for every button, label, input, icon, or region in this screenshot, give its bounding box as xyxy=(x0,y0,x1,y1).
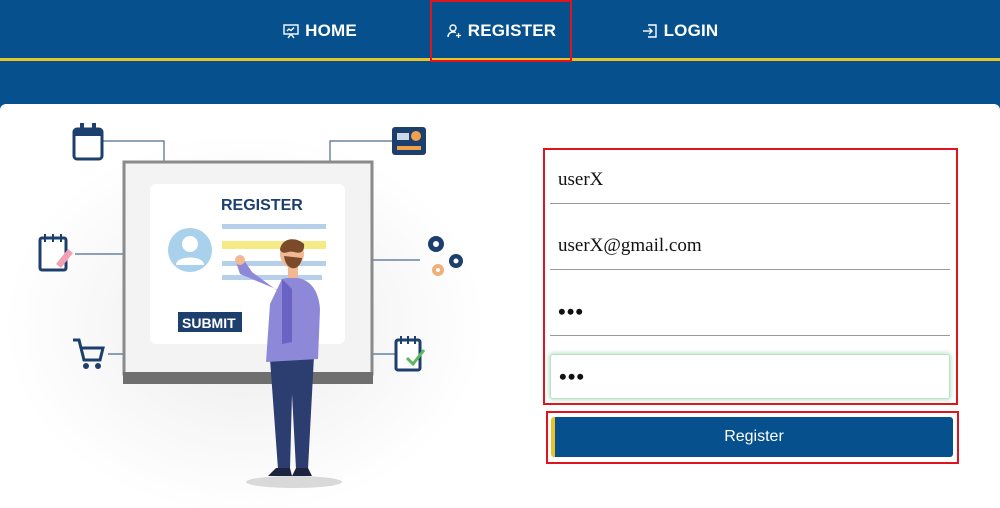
board-submit-label: SUBMIT xyxy=(182,315,236,331)
register-form xyxy=(543,148,958,405)
nav-register-label: REGISTER xyxy=(467,21,557,40)
nav-home-label: HOME xyxy=(305,20,357,40)
username-field[interactable] xyxy=(550,157,950,204)
top-navbar: HOME REGISTER LOGIN xyxy=(0,0,1000,62)
register-button-frame: Register xyxy=(546,411,959,464)
email-field[interactable] xyxy=(550,223,950,270)
credit-card-icon xyxy=(392,127,426,155)
login-icon xyxy=(642,23,657,38)
register-button[interactable]: Register xyxy=(551,417,953,457)
presentation-icon xyxy=(283,23,299,38)
checklist-icon xyxy=(394,336,426,372)
register-card: REGISTER SUBMIT userX userX@gmail.com ••… xyxy=(0,104,1000,508)
nav-home[interactable]: HOME xyxy=(270,0,370,61)
confirm-password-field[interactable] xyxy=(550,354,950,399)
register-illustration: REGISTER SUBMIT xyxy=(5,123,485,508)
board-title: REGISTER xyxy=(221,197,303,214)
calendar-icon xyxy=(72,123,104,161)
nav-login-label: LOGIN xyxy=(663,20,719,40)
password-field[interactable] xyxy=(550,289,950,336)
user-add-icon xyxy=(447,24,461,38)
nav-login[interactable]: LOGIN xyxy=(630,0,730,61)
nav-register[interactable]: REGISTER xyxy=(430,0,572,62)
